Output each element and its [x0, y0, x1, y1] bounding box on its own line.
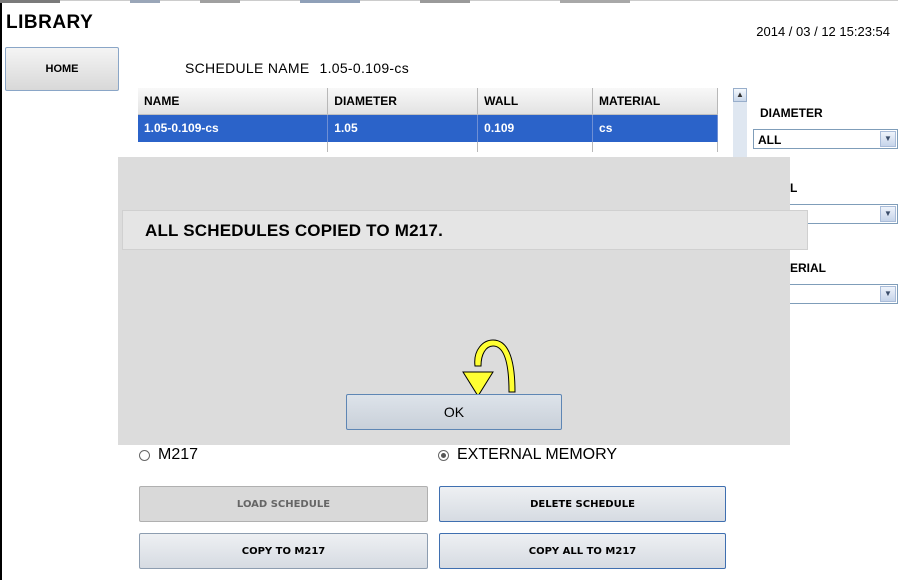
home-button[interactable]: HOME [5, 47, 119, 91]
schedule-name: SCHEDULE NAME 1.05-0.109-cs [185, 60, 409, 76]
copy-to-m217-button[interactable]: COPY TO M217 [139, 533, 428, 569]
diameter-filter-select[interactable]: ALL ▼ [753, 129, 898, 149]
copy-all-to-m217-button[interactable]: COPY ALL TO M217 [439, 533, 726, 569]
schedule-name-value: 1.05-0.109-cs [319, 60, 409, 76]
chevron-down-icon[interactable]: ▼ [880, 286, 896, 302]
table-row[interactable] [138, 142, 718, 152]
column-header-name[interactable]: NAME [138, 88, 329, 115]
table-header-row: NAME DIAMETER WALL MATERIAL [138, 88, 718, 115]
chevron-down-icon[interactable]: ▼ [880, 131, 896, 147]
diameter-filter-value: ALL [758, 133, 782, 147]
schedule-table: NAME DIAMETER WALL MATERIAL 1.05-0.109-c… [138, 88, 718, 152]
cell-wall: 0.109 [477, 114, 594, 142]
cell-diameter: 1.05 [327, 114, 479, 142]
column-header-diameter[interactable]: DIAMETER [327, 88, 479, 115]
chevron-down-icon[interactable]: ▼ [880, 206, 896, 222]
page-title: LIBRARY [6, 12, 94, 33]
delete-schedule-button[interactable]: DELETE SCHEDULE [439, 486, 726, 522]
radio-m217-circle[interactable] [139, 449, 150, 461]
radio-m217-label: M217 [158, 446, 199, 463]
cell-material: cs [592, 114, 718, 142]
load-schedule-button[interactable]: LOAD SCHEDULE [139, 486, 428, 522]
ok-button[interactable]: OK [346, 394, 562, 430]
dialog-message: ALL SCHEDULES COPIED TO M217. [145, 221, 444, 240]
column-header-material[interactable]: MATERIAL [592, 88, 718, 115]
window-top-strip [0, 0, 898, 4]
cell-name: 1.05-0.109-cs [138, 114, 329, 142]
radio-external-memory[interactable]: EXTERNAL MEMORY [438, 446, 617, 464]
radio-external-label: EXTERNAL MEMORY [457, 446, 618, 463]
scroll-up-arrow-icon[interactable]: ▲ [733, 88, 747, 102]
radio-external-circle[interactable] [438, 449, 449, 461]
material-filter-label: ERIAL [790, 261, 826, 275]
diameter-filter-label: DIAMETER [760, 106, 823, 120]
schedule-name-label: SCHEDULE NAME [185, 60, 310, 76]
radio-m217[interactable]: M217 [139, 446, 198, 464]
datetime-display: 2014 / 03 / 12 15:23:54 [756, 24, 890, 39]
table-scrollbar[interactable]: ▲ [733, 88, 747, 158]
wall-filter-label: L [790, 181, 798, 195]
table-row[interactable]: 1.05-0.109-cs 1.05 0.109 cs [138, 114, 718, 142]
column-header-wall[interactable]: WALL [477, 88, 594, 115]
